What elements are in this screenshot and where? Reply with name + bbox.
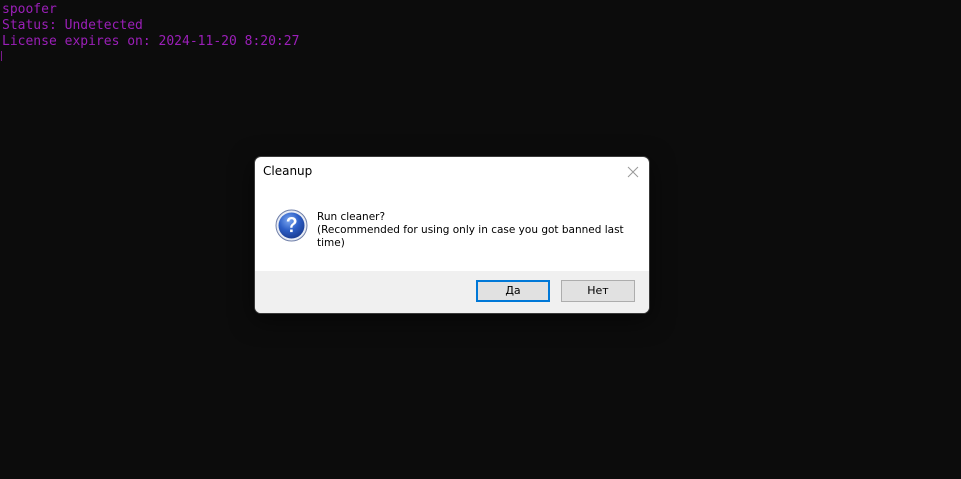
console-line-app-name: spoofer xyxy=(2,2,57,17)
console-line-license: License expires on: 2024-11-20 8:20:27 xyxy=(2,34,300,49)
close-button[interactable] xyxy=(623,162,643,182)
close-icon xyxy=(627,166,639,178)
question-icon xyxy=(275,209,308,242)
dialog-titlebar[interactable]: Cleanup xyxy=(255,157,649,187)
no-button[interactable]: Нет xyxy=(561,280,635,302)
yes-button[interactable]: Да xyxy=(476,280,550,302)
dialog-title: Cleanup xyxy=(263,164,313,178)
cleanup-dialog: Cleanup Run cleaner? (Recommended for us… xyxy=(254,156,650,314)
dialog-message: Run cleaner? (Recommended for using only… xyxy=(317,211,632,250)
dialog-message-detail: (Recommended for using only in case you … xyxy=(317,224,624,249)
dialog-footer: Да Нет xyxy=(255,271,649,313)
console-line-status: Status: Undetected xyxy=(2,18,143,33)
console-cursor xyxy=(1,51,2,61)
dialog-message-question: Run cleaner? xyxy=(317,211,386,223)
